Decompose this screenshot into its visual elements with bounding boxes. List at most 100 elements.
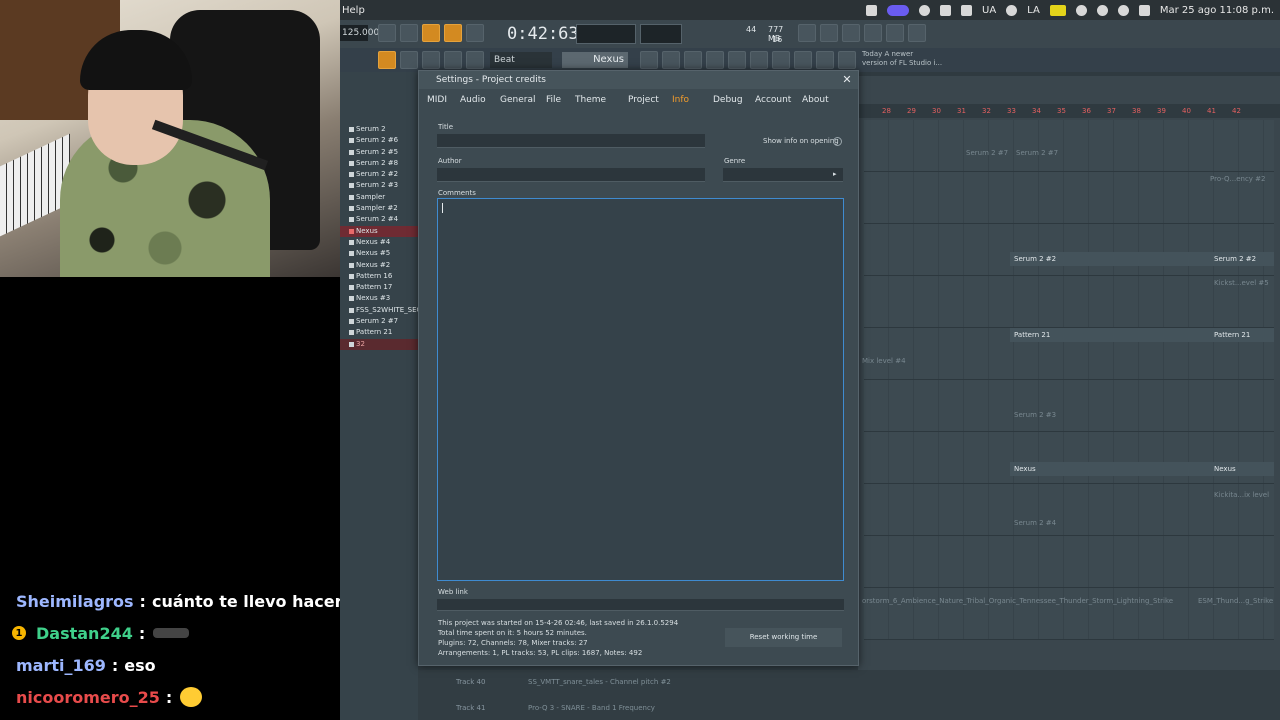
- piano-roll-icon[interactable]: [662, 51, 680, 69]
- plugin-picker-icon[interactable]: [750, 51, 768, 69]
- song-position-time[interactable]: 0:42:63: [507, 23, 579, 45]
- playlist-clip[interactable]: Nexus: [1010, 462, 1210, 476]
- browser-item[interactable]: Nexus: [340, 225, 418, 237]
- pencil-icon[interactable]: [422, 51, 440, 69]
- snap-selector[interactable]: Beat: [490, 52, 552, 68]
- tab-general[interactable]: General: [500, 95, 535, 105]
- chevron-right-icon[interactable]: ▸: [833, 170, 841, 178]
- battery-icon[interactable]: [1049, 4, 1066, 16]
- cut-icon[interactable]: [820, 24, 838, 42]
- mixer-icon[interactable]: [706, 51, 724, 69]
- menu-help[interactable]: Help: [342, 5, 365, 16]
- news-icon[interactable]: [838, 51, 856, 69]
- render-icon[interactable]: [886, 24, 904, 42]
- leaf-icon[interactable]: [961, 4, 972, 16]
- automation-clip[interactable]: SS_VMTT_snare_tales - Channel pitch #2: [528, 678, 671, 686]
- discord-icon[interactable]: [919, 4, 930, 16]
- countdown-icon[interactable]: [422, 24, 440, 42]
- browser-item[interactable]: Serum 2 #4: [340, 214, 418, 225]
- comments-textarea[interactable]: [437, 198, 844, 581]
- tab-account[interactable]: Account: [755, 95, 791, 105]
- playlist-clip[interactable]: Kickst...evel #5: [1210, 276, 1274, 290]
- cart-icon[interactable]: [816, 51, 834, 69]
- search-icon[interactable]: [1096, 4, 1108, 16]
- pattern-selector[interactable]: Nexus: [562, 52, 628, 68]
- timeline-ruler[interactable]: 28 29 30 31 32 33 34 35 36 37 38 39 40 41 42: [858, 104, 1280, 118]
- title-field[interactable]: [437, 134, 705, 148]
- browser-icon[interactable]: [728, 51, 746, 69]
- playlist-track[interactable]: Serum 2 #2 Serum 2 #2: [864, 224, 1274, 276]
- playlist-clip[interactable]: Mix level #4: [858, 354, 938, 368]
- vpn-icon[interactable]: [1006, 4, 1018, 16]
- browser-item[interactable]: Serum 2 #2: [340, 169, 418, 180]
- fl-icon[interactable]: [866, 4, 877, 16]
- playlist-clip[interactable]: orstorm_6_Ambience_Nature_Tribal_Organic…: [858, 594, 1194, 608]
- menubar-clock[interactable]: Mar 25 ago 11:08 p.m.: [1160, 5, 1274, 16]
- browser-item[interactable]: Nexus #3: [340, 293, 418, 304]
- browser-item[interactable]: 32: [340, 338, 418, 350]
- tempo-display[interactable]: 125.000: [340, 25, 379, 41]
- browser-item[interactable]: Pattern 16: [340, 271, 418, 282]
- playlist-clip[interactable]: Serum 2 #7: [1012, 146, 1072, 160]
- browser-item[interactable]: Sampler #2: [340, 203, 418, 214]
- tab-project[interactable]: Project: [628, 95, 659, 105]
- browser-item[interactable]: Serum 2 #8: [340, 158, 418, 169]
- browser-item[interactable]: FSS_S2WHITE_SEQ_5: [340, 305, 430, 316]
- playlist-track[interactable]: Kickita...ix level Serum 2 #4: [864, 484, 1274, 536]
- link-icon[interactable]: [444, 51, 462, 69]
- keyboard-layout-label[interactable]: UA: [982, 5, 996, 16]
- metronome-icon[interactable]: [378, 24, 396, 42]
- web-link-field[interactable]: [437, 599, 844, 611]
- browser-item[interactable]: Serum 2 #6: [340, 135, 418, 146]
- news-panel[interactable]: Today A newer version of FL Studio i...: [862, 50, 952, 68]
- genre-dropdown[interactable]: [723, 168, 843, 182]
- touch-keyboard-icon[interactable]: [794, 51, 812, 69]
- playlist-track[interactable]: Pro-Q...ency #2: [864, 172, 1274, 224]
- playlist-clip[interactable]: Pattern 21: [1210, 328, 1274, 342]
- playlist-track[interactable]: Serum 2 #3: [864, 380, 1274, 432]
- playlist-clip[interactable]: Kickita...ix level: [1210, 488, 1274, 502]
- tab-theme[interactable]: Theme: [575, 95, 606, 105]
- author-field[interactable]: [437, 168, 705, 182]
- input-source-label[interactable]: LA: [1027, 5, 1040, 16]
- close-icon[interactable]: ✕: [840, 73, 854, 87]
- wait-input-icon[interactable]: [400, 24, 418, 42]
- step-edit-icon[interactable]: [444, 24, 462, 42]
- browser-item[interactable]: Serum 2 #7: [340, 316, 418, 327]
- tab-about[interactable]: About: [802, 95, 829, 105]
- save-icon[interactable]: [864, 24, 882, 42]
- playlist-clip[interactable]: Serum 2 #3: [1010, 408, 1090, 422]
- tab-midi[interactable]: MIDI: [427, 95, 447, 105]
- automation-clip[interactable]: Pro-Q 3 - SNARE - Band 1 Frequency: [528, 704, 655, 712]
- tab-debug[interactable]: Debug: [713, 95, 743, 105]
- pattern-song-icon[interactable]: [378, 51, 396, 69]
- export-icon[interactable]: [908, 24, 926, 42]
- show-info-checkbox[interactable]: [833, 137, 842, 146]
- browser-item[interactable]: Nexus #2: [340, 260, 418, 271]
- playlist-track[interactable]: orstorm_6_Ambience_Nature_Tribal_Organic…: [862, 588, 1274, 640]
- playlist-clip[interactable]: Serum 2 #2: [1010, 252, 1210, 266]
- loop-record-icon[interactable]: [466, 24, 484, 42]
- tab-file[interactable]: File: [546, 95, 561, 105]
- playlist-clip[interactable]: Pro-Q...ency #2: [1206, 172, 1274, 186]
- help-icon[interactable]: [842, 24, 860, 42]
- playlist-clip[interactable]: Nexus: [1210, 462, 1274, 476]
- plugin-db-icon[interactable]: [772, 51, 790, 69]
- control-center-icon[interactable]: [1138, 4, 1150, 16]
- window-icon[interactable]: [940, 4, 951, 16]
- browser-item[interactable]: Sampler: [340, 192, 418, 203]
- play-icon[interactable]: [400, 51, 418, 69]
- screen-record-icon[interactable]: [887, 4, 909, 16]
- playlist-clip[interactable]: Serum 2 #2: [1210, 252, 1274, 266]
- tab-info[interactable]: Info: [672, 95, 689, 105]
- browser-item[interactable]: Pattern 17: [340, 282, 418, 293]
- playlist-track[interactable]: Kickst...evel #5: [864, 276, 1274, 328]
- playlist-track[interactable]: [864, 536, 1274, 588]
- channel-rack-icon[interactable]: [684, 51, 702, 69]
- undo-icon[interactable]: [798, 24, 816, 42]
- browser-item[interactable]: Serum 2: [340, 124, 418, 135]
- track-label[interactable]: Track 40: [456, 678, 485, 686]
- playlist-track[interactable]: Serum 2 #7 Serum 2 #7: [864, 120, 1274, 172]
- siri-icon[interactable]: [1117, 4, 1129, 16]
- playlist-track[interactable]: Nexus Nexus: [864, 432, 1274, 484]
